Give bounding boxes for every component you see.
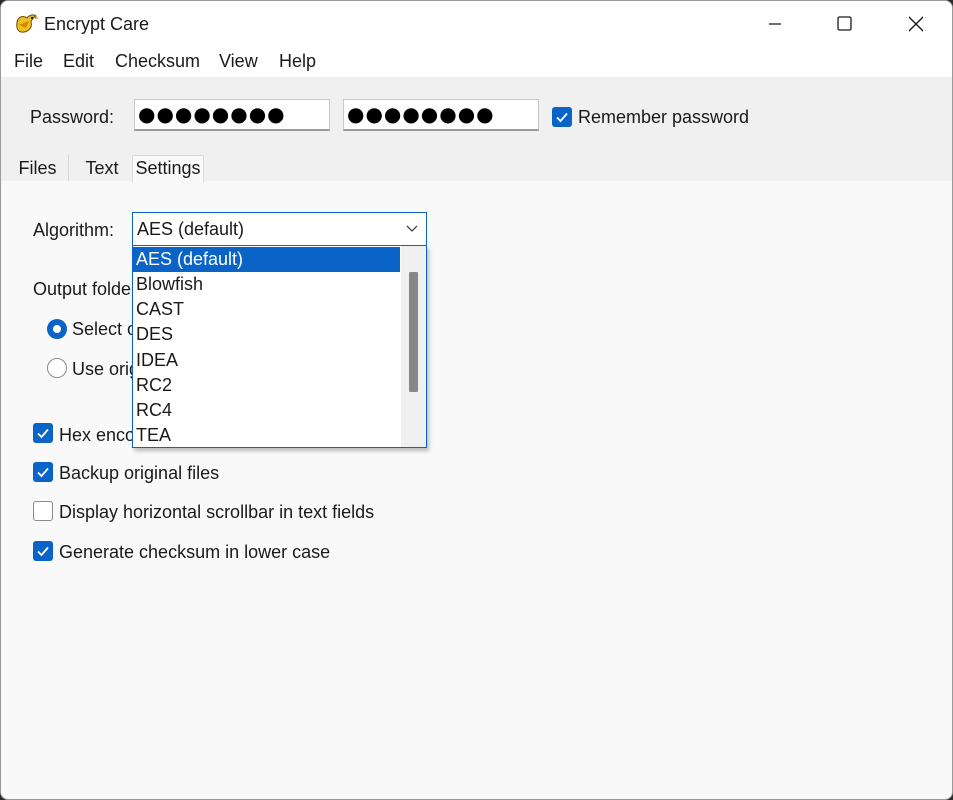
chevron-down-icon — [406, 225, 418, 232]
hex-encoding-checkbox[interactable] — [33, 423, 53, 443]
horizontal-scrollbar-checkbox[interactable] — [33, 501, 53, 521]
algorithm-option-idea[interactable]: IDEA — [133, 348, 400, 373]
maximize-button[interactable] — [810, 1, 880, 47]
algorithm-option-des[interactable]: DES — [133, 322, 400, 347]
lowercase-checksum-label: Generate checksum in lower case — [59, 542, 331, 562]
remember-password-label: Remember password — [578, 107, 750, 127]
window-title: Encrypt Care — [44, 14, 150, 34]
backup-files-checkbox[interactable] — [33, 462, 53, 482]
menu-file[interactable]: File — [14, 51, 43, 72]
tab-settings[interactable]: Settings — [132, 155, 204, 183]
password-confirm-field[interactable]: ●●●●●●●● — [343, 99, 539, 131]
checkmark-icon — [37, 428, 49, 439]
hex-encoding-label: Hex enco — [59, 425, 136, 445]
select-output-folder-label: Select o — [72, 319, 138, 339]
menu-view[interactable]: View — [219, 51, 258, 72]
checkmark-icon — [556, 112, 568, 123]
menu-edit[interactable]: Edit — [63, 51, 94, 72]
minimize-icon — [769, 23, 781, 25]
app-window: Encrypt Care File Edit Checksum View Hel… — [0, 0, 953, 800]
use-original-folder-label: Use orig — [72, 359, 140, 379]
maximize-icon — [837, 16, 852, 31]
checkmark-icon — [37, 467, 49, 478]
close-icon — [908, 16, 924, 32]
tab-files[interactable]: Files — [7, 155, 69, 181]
algorithm-selected-value: AES (default) — [137, 219, 245, 239]
tab-text[interactable]: Text — [71, 155, 133, 181]
algorithm-option-aes[interactable]: AES (default) — [133, 247, 400, 272]
backup-files-label: Backup original files — [59, 463, 220, 483]
algorithm-option-cast[interactable]: CAST — [133, 297, 400, 322]
title-bar: Encrypt Care — [1, 1, 952, 47]
password-label: Password: — [30, 107, 115, 127]
password-field[interactable]: ●●●●●●●● — [134, 99, 330, 131]
menu-bar: File Edit Checksum View Help — [1, 47, 952, 77]
lowercase-checksum-checkbox[interactable] — [33, 541, 53, 561]
algorithm-option-tea[interactable]: TEA — [133, 423, 400, 447]
horizontal-scrollbar-label: Display horizontal scrollbar in text fie… — [59, 502, 375, 522]
select-output-folder-radio[interactable] — [47, 319, 67, 339]
close-button[interactable] — [881, 1, 951, 47]
menu-help[interactable]: Help — [279, 51, 316, 72]
remember-password-checkbox[interactable] — [552, 107, 572, 127]
output-folder-label: Output folde — [33, 279, 132, 299]
bird-app-icon — [13, 11, 39, 37]
checkmark-icon — [37, 546, 49, 557]
use-original-folder-radio[interactable] — [47, 358, 67, 378]
dropdown-scrollbar[interactable] — [401, 246, 426, 447]
algorithm-option-rc4[interactable]: RC4 — [133, 398, 400, 423]
algorithm-select[interactable]: AES (default) — [132, 212, 427, 246]
menu-checksum[interactable]: Checksum — [115, 51, 200, 72]
algorithm-option-blowfish[interactable]: Blowfish — [133, 272, 400, 297]
algorithm-label: Algorithm: — [33, 220, 115, 240]
minimize-button[interactable] — [740, 1, 810, 47]
dropdown-scrollbar-thumb[interactable] — [409, 272, 418, 392]
algorithm-dropdown-list: AES (default) Blowfish CAST DES IDEA RC2… — [132, 245, 427, 448]
algorithm-option-rc2[interactable]: RC2 — [133, 373, 400, 398]
